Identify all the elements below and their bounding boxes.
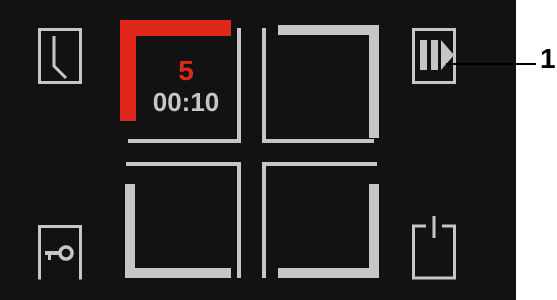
callout-leader-line (446, 63, 536, 65)
callout-number: 1 (540, 43, 556, 74)
